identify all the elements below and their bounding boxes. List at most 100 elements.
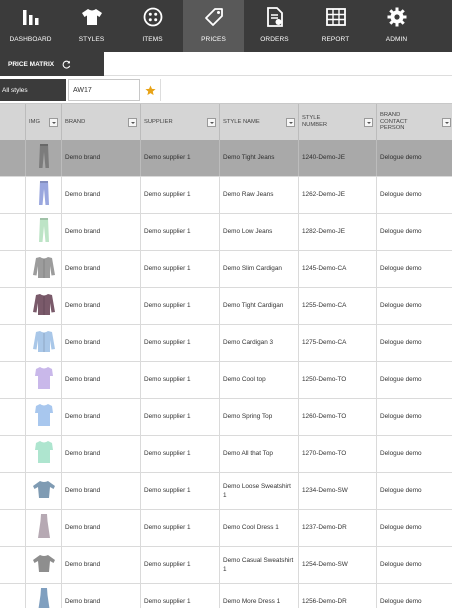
table-row[interactable]: Demo brand Demo supplier 1 Demo All that T… bbox=[0, 436, 452, 473]
cell-supplier: Demo supplier 1 bbox=[141, 251, 220, 287]
cell-supplier: Demo supplier 1 bbox=[141, 547, 220, 583]
price-tag-icon bbox=[204, 6, 224, 28]
chevron-down-icon[interactable] bbox=[442, 118, 451, 127]
table-row[interactable]: Demo brand Demo supplier 1 Demo Cool Dress… bbox=[0, 510, 452, 547]
cell-style-number: 1275-Demo-CA bbox=[299, 325, 377, 361]
cell-supplier: Demo supplier 1 bbox=[141, 362, 220, 398]
nav-styles-label: STYLES bbox=[78, 36, 105, 43]
cell-img[interactable] bbox=[26, 214, 62, 250]
row-selector[interactable] bbox=[0, 510, 26, 546]
grid-header: IMG BRAND SUPPLIER STYLE NAME STYLE NUMB… bbox=[0, 104, 452, 140]
cell-img[interactable] bbox=[26, 325, 62, 361]
table-row[interactable]: Demo brand Demo supplier 1 Demo Casual Swe… bbox=[0, 547, 452, 584]
row-selector[interactable] bbox=[0, 362, 26, 398]
cell-img[interactable] bbox=[26, 251, 62, 287]
cell-brand: Demo brand bbox=[62, 251, 141, 287]
header-supplier[interactable]: SUPPLIER bbox=[141, 104, 220, 140]
table-row[interactable]: Demo brand Demo supplier 1 Demo Loose Swea… bbox=[0, 473, 452, 510]
tab-price-matrix[interactable]: PRICE MATRIX bbox=[0, 52, 104, 76]
refresh-icon[interactable] bbox=[62, 60, 71, 69]
nav-prices[interactable]: PRICES bbox=[183, 0, 244, 52]
row-selector[interactable] bbox=[0, 177, 26, 213]
nav-orders[interactable]: ORDERS bbox=[244, 0, 305, 52]
table-row[interactable]: Demo brand Demo supplier 1 Demo Cool top 12… bbox=[0, 362, 452, 399]
cell-img[interactable] bbox=[26, 547, 62, 583]
header-style-name-label: STYLE NAME bbox=[223, 118, 260, 125]
table-row[interactable]: Demo brand Demo supplier 1 Demo Cardigan 3… bbox=[0, 325, 452, 362]
nav-styles[interactable]: STYLES bbox=[61, 0, 122, 52]
cell-brand: Demo brand bbox=[62, 288, 141, 324]
nav-prices-label: PRICES bbox=[201, 36, 226, 43]
header-contact-person[interactable]: BRAND CONTACT PERSON bbox=[377, 104, 452, 140]
chevron-down-icon[interactable] bbox=[364, 118, 373, 127]
cell-contact-person: Delogue demo bbox=[380, 376, 422, 384]
chevron-down-icon[interactable] bbox=[207, 118, 216, 127]
cell-contact-person: Delogue demo bbox=[380, 598, 422, 606]
top-thumbnail-icon bbox=[34, 403, 54, 430]
star-icon[interactable] bbox=[141, 79, 161, 101]
header-style-name[interactable]: STYLE NAME bbox=[220, 104, 299, 140]
sweat-thumbnail-icon bbox=[32, 479, 56, 502]
header-img-label: IMG bbox=[29, 118, 40, 125]
header-brand[interactable]: BRAND bbox=[62, 104, 141, 140]
table-row[interactable]: Demo brand Demo supplier 1 Demo Slim Cardi… bbox=[0, 251, 452, 288]
cell-img[interactable] bbox=[26, 140, 62, 176]
nav-dashboard[interactable]: DASHBOARD bbox=[0, 0, 61, 52]
season-input[interactable]: AW17 bbox=[68, 79, 140, 101]
chevron-down-icon[interactable] bbox=[128, 118, 137, 127]
table-row[interactable]: Demo brand Demo supplier 1 Demo Tight Jean… bbox=[0, 140, 452, 177]
cell-contact-person: Delogue demo bbox=[380, 228, 422, 236]
cell-style-name: Demo Casual Sweatshirt 1 bbox=[220, 547, 299, 583]
header-img[interactable]: IMG bbox=[26, 104, 62, 140]
row-selector[interactable] bbox=[0, 399, 26, 435]
cell-img[interactable] bbox=[26, 362, 62, 398]
sub-tab-bar: PRICE MATRIX bbox=[0, 52, 452, 76]
cell-img[interactable] bbox=[26, 288, 62, 324]
cell-supplier: Demo supplier 1 bbox=[141, 325, 220, 361]
cell-style-number: 1255-Demo-CA bbox=[299, 288, 377, 324]
row-selector[interactable] bbox=[0, 436, 26, 472]
nav-items-label: ITEMS bbox=[142, 36, 163, 43]
cell-img[interactable] bbox=[26, 177, 62, 213]
table-row[interactable]: Demo brand Demo supplier 1 Demo Tight Card… bbox=[0, 288, 452, 325]
row-selector[interactable] bbox=[0, 473, 26, 509]
row-selector[interactable] bbox=[0, 251, 26, 287]
cell-img[interactable] bbox=[26, 510, 62, 546]
jeans-thumbnail-icon bbox=[37, 217, 51, 246]
chevron-down-icon[interactable] bbox=[49, 118, 58, 127]
gear-icon bbox=[387, 6, 407, 28]
cell-style-number: 1256-Demo-DR bbox=[299, 584, 377, 608]
top-navigation: DASHBOARD STYLES ITEMS PRICES ORDERS REP… bbox=[0, 0, 452, 52]
table-row[interactable]: Demo brand Demo supplier 1 Demo Low Jeans 1… bbox=[0, 214, 452, 251]
nav-dashboard-label: DASHBOARD bbox=[9, 36, 52, 43]
cell-style-number: 1234-Demo-SW bbox=[299, 473, 377, 509]
nav-report[interactable]: REPORT bbox=[305, 0, 366, 52]
table-row[interactable]: Demo brand Demo supplier 1 Demo More Dress… bbox=[0, 584, 452, 608]
cell-brand: Demo brand bbox=[62, 436, 141, 472]
tshirt-icon bbox=[81, 6, 103, 28]
row-selector[interactable] bbox=[0, 288, 26, 324]
chevron-down-icon[interactable] bbox=[286, 118, 295, 127]
row-selector[interactable] bbox=[0, 140, 26, 176]
cell-img[interactable] bbox=[26, 436, 62, 472]
cell-style-number: 1245-Demo-CA bbox=[299, 251, 377, 287]
cell-style-number: 1237-Demo-DR bbox=[299, 510, 377, 546]
cell-style-number: 1282-Demo-JE bbox=[299, 214, 377, 250]
table-row[interactable]: Demo brand Demo supplier 1 Demo Raw Jeans 1… bbox=[0, 177, 452, 214]
row-selector[interactable] bbox=[0, 584, 26, 608]
table-row[interactable]: Demo brand Demo supplier 1 Demo Spring Top… bbox=[0, 399, 452, 436]
header-contact-person-label: BRAND CONTACT PERSON bbox=[380, 112, 408, 132]
row-selector[interactable] bbox=[0, 325, 26, 361]
header-style-number[interactable]: STYLE NUMBER bbox=[299, 104, 377, 140]
styles-filter-select[interactable]: All styles bbox=[0, 79, 66, 101]
cell-style-name: Demo Cool top bbox=[220, 362, 299, 398]
row-selector[interactable] bbox=[0, 547, 26, 583]
cell-img[interactable] bbox=[26, 584, 62, 608]
cell-img[interactable] bbox=[26, 473, 62, 509]
nav-items[interactable]: ITEMS bbox=[122, 0, 183, 52]
bar-chart-icon bbox=[22, 6, 40, 28]
tab-price-matrix-label: PRICE MATRIX bbox=[8, 60, 55, 68]
cell-img[interactable] bbox=[26, 399, 62, 435]
row-selector[interactable] bbox=[0, 214, 26, 250]
nav-admin[interactable]: ADMIN bbox=[366, 0, 427, 52]
